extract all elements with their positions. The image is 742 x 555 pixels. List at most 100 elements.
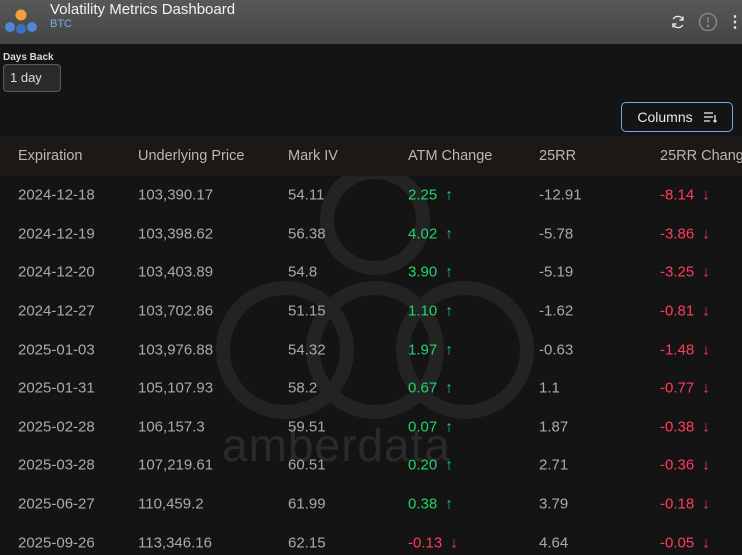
cell-25rr-change: -3.86 ↓ [660, 225, 710, 242]
cell-atm-change: 0.67 ↑ [408, 380, 453, 397]
cell-25rr-change-value: -8.14 [660, 186, 695, 204]
days-back-select[interactable]: 1 day [3, 64, 61, 92]
arrow-up-icon: ↑ [445, 341, 453, 359]
arrow-down-icon: ↓ [702, 225, 710, 243]
cell-mark-iv: 54.32 [288, 341, 326, 358]
cell-25rr-value: 4.64 [539, 534, 569, 552]
arrow-up-icon: ↑ [445, 225, 453, 243]
cell-25rr: -5.78 [539, 225, 573, 242]
table-row[interactable]: 2024-12-19 103,398.62 56.38 4.02 ↑ -5.78 -3.86… [0, 215, 742, 254]
col-header-underlying-price[interactable]: Underlying Price [138, 148, 244, 164]
cell-mark-iv: 59.51 [288, 418, 326, 435]
arrow-down-icon: ↓ [702, 534, 710, 552]
cell-atm-change: 4.02 ↑ [408, 225, 453, 242]
cell-expiration-value: 2025-06-27 [18, 495, 95, 513]
cell-atm-change-value: 2.25 [408, 186, 438, 204]
arrow-down-icon: ↓ [702, 263, 710, 281]
cell-atm-change-value: -0.13 [408, 534, 443, 552]
table-row[interactable]: 2024-12-27 103,702.86 51.15 1.10 ↑ -1.62 -0.81… [0, 292, 742, 331]
header-actions: ⋮ [666, 0, 742, 44]
arrow-up-icon: ↑ [445, 186, 453, 204]
cell-25rr-change: -0.81 ↓ [660, 303, 710, 320]
col-header-25rr[interactable]: 25RR [539, 148, 576, 164]
cell-atm-change-value: 0.07 [408, 418, 438, 436]
asset-label: BTC [50, 18, 72, 30]
cell-underlying-price: 103,398.62 [138, 225, 213, 242]
cell-25rr: 2.71 [539, 457, 568, 474]
cell-underlying-price: 103,976.88 [138, 341, 213, 358]
col-header-25rr-change[interactable]: 25RR Chang [660, 148, 742, 164]
cell-underlying-price-value: 103,976.88 [138, 341, 214, 359]
cell-mark-iv-value: 58.2 [288, 379, 318, 397]
cell-25rr-value: -5.19 [539, 263, 574, 281]
cell-expiration-value: 2025-03-28 [18, 456, 95, 474]
cell-25rr-change: -0.18 ↓ [660, 496, 710, 513]
info-icon[interactable] [696, 10, 720, 34]
arrow-down-icon: ↓ [702, 418, 710, 436]
cell-mark-iv-value: 54.32 [288, 341, 326, 359]
cell-underlying-price-value: 103,702.86 [138, 302, 214, 320]
cell-expiration: 2024-12-18 [18, 187, 95, 204]
more-vertical-icon[interactable]: ⋮ [727, 10, 742, 34]
table-body: 2024-12-18 103,390.17 54.11 2.25 ↑ -12.91 -8.1… [0, 176, 742, 555]
table-row[interactable]: 2025-09-26 113,346.16 62.15 -0.13 ↓ 4.64 -0.05… [0, 523, 742, 555]
cell-underlying-price-value: 113,346.16 [138, 534, 212, 552]
table-row[interactable]: 2025-01-03 103,976.88 54.32 1.97 ↑ -0.63 -1.48… [0, 330, 742, 369]
columns-button[interactable]: Columns [621, 102, 733, 132]
arrow-down-icon: ↓ [702, 302, 710, 320]
cell-underlying-price-value: 103,403.89 [138, 263, 214, 281]
cell-25rr-change-value: -1.48 [660, 341, 695, 359]
cell-atm-change-value: 0.20 [408, 456, 438, 474]
cell-25rr: 4.64 [539, 534, 568, 551]
cell-atm-change: 1.97 ↑ [408, 341, 453, 358]
cell-mark-iv: 56.38 [288, 225, 326, 242]
app-title: Volatility Metrics Dashboard [50, 1, 236, 18]
cell-25rr-change: -8.14 ↓ [660, 187, 710, 204]
columns-list-icon [703, 112, 717, 123]
table-row[interactable]: 2025-01-31 105,107.93 58.2 0.67 ↑ 1.1 -0.77 ↓ [0, 369, 742, 408]
cell-atm-change: 2.25 ↑ [408, 187, 453, 204]
cell-underlying-price-value: 103,390.17 [138, 186, 214, 204]
cell-mark-iv: 54.8 [288, 264, 317, 281]
cell-expiration: 2024-12-27 [18, 303, 95, 320]
cell-expiration-value: 2024-12-19 [18, 225, 95, 243]
table-row[interactable]: 2024-12-20 103,403.89 54.8 3.90 ↑ -5.19 -3.25 ↓ [0, 253, 742, 292]
col-header-expiration[interactable]: Expiration [18, 148, 82, 164]
arrow-down-icon: ↓ [702, 341, 710, 359]
table-row[interactable]: 2025-02-28 106,157.3 59.51 0.07 ↑ 1.87 -0.38 ↓ [0, 408, 742, 447]
cell-expiration: 2025-06-27 [18, 496, 95, 513]
cell-atm-change-value: 0.38 [408, 495, 438, 513]
cell-mark-iv-value: 60.51 [288, 456, 326, 474]
cell-expiration: 2025-09-26 [18, 534, 95, 551]
cell-25rr-change-value: -3.86 [660, 225, 695, 243]
cell-25rr: 3.79 [539, 496, 568, 513]
cell-expiration-value: 2025-09-26 [18, 534, 95, 552]
cell-25rr-change-value: -0.77 [660, 379, 695, 397]
refresh-icon[interactable] [666, 10, 690, 34]
cell-atm-change-value: 0.67 [408, 379, 438, 397]
col-header-atm-change[interactable]: ATM Change [408, 148, 492, 164]
col-header-mark-iv[interactable]: Mark IV [288, 148, 338, 164]
cell-expiration-value: 2025-01-31 [18, 379, 95, 397]
cell-25rr-change: -0.77 ↓ [660, 380, 710, 397]
app-header: Volatility Metrics Dashboard BTC ⋮ [0, 0, 742, 44]
cell-underlying-price: 103,390.17 [138, 187, 213, 204]
arrow-up-icon: ↑ [445, 495, 453, 513]
cell-mark-iv-value: 62.15 [288, 534, 326, 552]
table-row[interactable]: 2025-03-28 107,219.61 60.51 0.20 ↑ 2.71 -0.36 ↓ [0, 446, 742, 485]
volatility-table: Expiration Underlying Price Mark IV ATM … [0, 136, 742, 555]
cell-atm-change-value: 1.97 [408, 341, 438, 359]
table-row[interactable]: 2025-06-27 110,459.2 61.99 0.38 ↑ 3.79 -0.18 ↓ [0, 485, 742, 524]
cell-underlying-price: 106,157.3 [138, 418, 205, 435]
arrow-down-icon: ↓ [702, 379, 710, 397]
cell-atm-change: 0.20 ↑ [408, 457, 453, 474]
cell-25rr-value: 1.87 [539, 418, 569, 436]
table-row[interactable]: 2024-12-18 103,390.17 54.11 2.25 ↑ -12.91 -8.1… [0, 176, 742, 215]
cell-25rr-change-value: -0.05 [660, 534, 695, 552]
cell-mark-iv: 54.11 [288, 187, 324, 204]
cell-mark-iv: 61.99 [288, 496, 326, 513]
days-back-label: Days Back [3, 52, 54, 63]
cell-expiration-value: 2025-01-03 [18, 341, 95, 359]
cell-25rr: -1.62 [539, 303, 573, 320]
cell-underlying-price: 113,346.16 [138, 534, 212, 551]
